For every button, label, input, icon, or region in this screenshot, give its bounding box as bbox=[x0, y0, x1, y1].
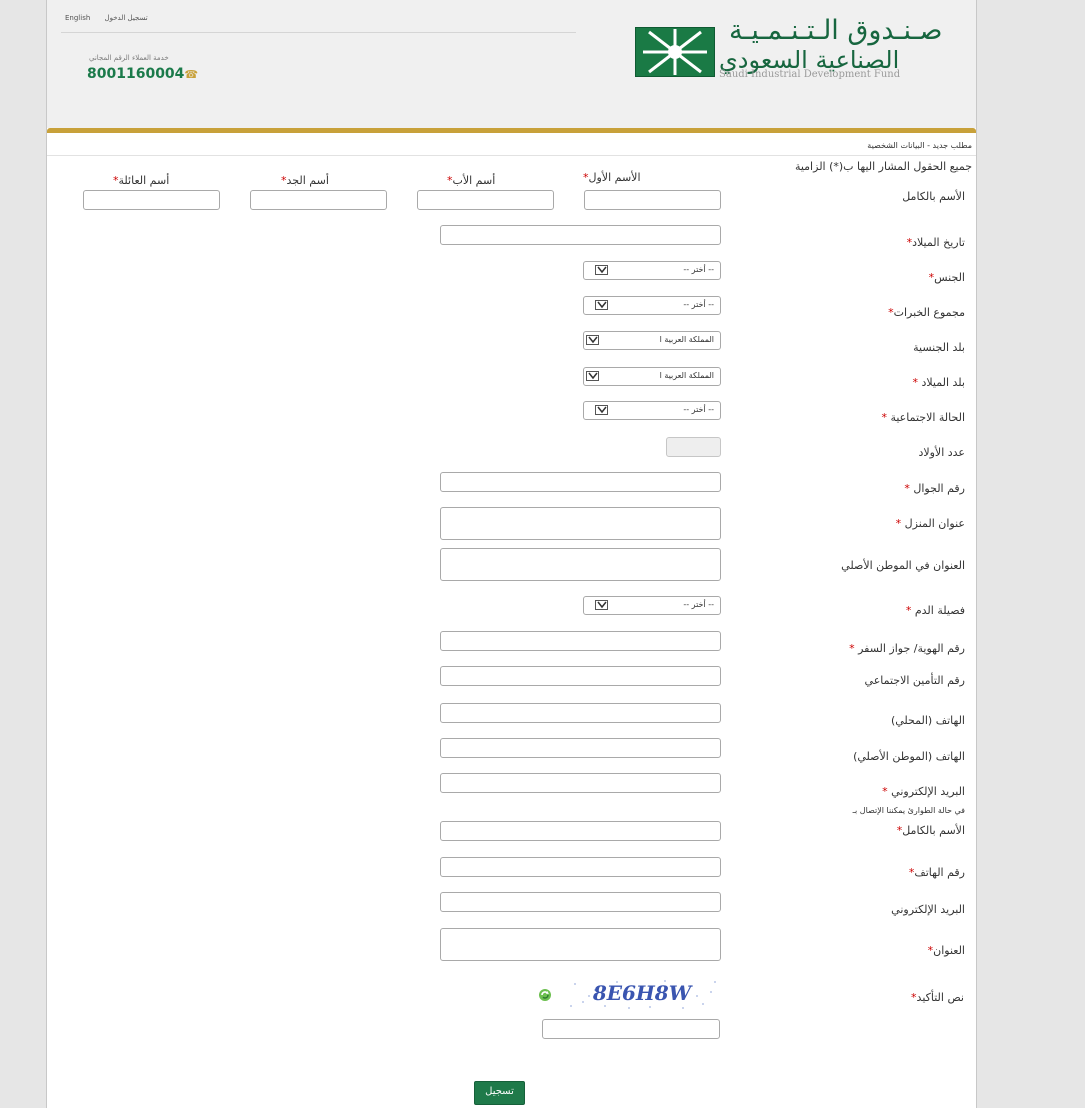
blood-type-select-value: -- أختر -- bbox=[683, 600, 714, 609]
refresh-captcha-icon[interactable] bbox=[538, 988, 552, 1002]
birth-date-label: تاريخ الميلاد* bbox=[906, 236, 965, 249]
local-phone-input[interactable] bbox=[440, 703, 721, 723]
emergency-email-label: البريد الإلكتروني bbox=[891, 903, 965, 916]
family-name-input[interactable] bbox=[83, 190, 220, 210]
grandfather-name-header: أسم الجد* bbox=[281, 174, 329, 187]
home-address-label: عنوان المنزل * bbox=[895, 517, 965, 530]
social-insurance-label: رقم التأمين الاجتماعي bbox=[864, 674, 965, 687]
logo-arabic-line1: صـنـدوق الـتـنـمـيـة bbox=[729, 15, 943, 46]
email-label: البريد الإلكتروني * bbox=[882, 785, 965, 798]
chevron-down-icon bbox=[586, 371, 599, 381]
social-insurance-input[interactable] bbox=[440, 666, 721, 686]
local-phone-label: الهاتف (المحلي) bbox=[890, 714, 965, 727]
home-country-address-label: العنوان في الموطن الأصلي bbox=[841, 559, 965, 572]
emergency-name-input[interactable] bbox=[440, 821, 721, 841]
captcha-image: 8E6H8W bbox=[565, 978, 720, 1011]
login-link[interactable]: تسجيل الدخول bbox=[105, 14, 148, 22]
first-name-input[interactable] bbox=[584, 190, 721, 210]
home-address-input[interactable] bbox=[440, 507, 721, 540]
chevron-down-icon bbox=[586, 335, 599, 345]
birth-country-select[interactable]: المملكة العربية ا bbox=[583, 367, 721, 386]
hotline-number: 8001160004 bbox=[87, 66, 185, 82]
emergency-phone-input[interactable] bbox=[440, 857, 721, 877]
hotline: 8001160004☎ bbox=[87, 66, 198, 82]
children-label: عدد الأولاد bbox=[918, 446, 965, 459]
emergency-address-label: العنوان* bbox=[927, 944, 965, 957]
marital-status-label: الحالة الاجتماعية * bbox=[881, 411, 965, 424]
captcha-label: نص التأكيد* bbox=[911, 991, 964, 1004]
nationality-select-value: المملكة العربية ا bbox=[659, 335, 714, 344]
experience-select[interactable]: -- أختر -- bbox=[583, 296, 721, 315]
experience-select-value: -- أختر -- bbox=[683, 300, 714, 309]
chevron-down-icon bbox=[595, 405, 608, 415]
blood-type-select[interactable]: -- أختر -- bbox=[583, 596, 721, 615]
emergency-note: في حالة الطوارئ يمكننا الإتصال بـ bbox=[852, 806, 965, 815]
breadcrumb: مطلب جديد - البيانات الشخصية bbox=[867, 141, 972, 150]
grandfather-name-input[interactable] bbox=[250, 190, 387, 210]
full-name-label: الأسم بالكامل bbox=[902, 190, 965, 203]
breadcrumb-divider bbox=[47, 155, 976, 156]
required-fields-note: جميع الحقول المشار اليها ب(*) الزامية bbox=[794, 160, 972, 173]
top-links: English تسجيل الدخول bbox=[65, 14, 160, 22]
english-link[interactable]: English bbox=[65, 14, 90, 22]
phone-icon: ☎ bbox=[184, 68, 199, 81]
header-accent-bar bbox=[47, 128, 976, 133]
logo-english: Saudi Industrial Development Fund bbox=[719, 69, 901, 80]
gender-label: الجنس* bbox=[928, 271, 965, 284]
birth-country-label: بلد الميلاد * bbox=[912, 376, 965, 389]
first-name-header: الأسم الأول* bbox=[583, 171, 641, 184]
captcha-text: 8E6H8W bbox=[592, 981, 694, 1005]
marital-status-select[interactable]: -- أختر -- bbox=[583, 401, 721, 420]
emergency-address-input[interactable] bbox=[440, 928, 721, 961]
gender-select-value: -- أختر -- bbox=[683, 265, 714, 274]
nationality-select[interactable]: المملكة العربية ا bbox=[583, 331, 721, 350]
mobile-label: رقم الجوال * bbox=[904, 482, 965, 495]
gender-select[interactable]: -- أختر -- bbox=[583, 261, 721, 280]
submit-button[interactable]: تسجيل bbox=[474, 1081, 525, 1105]
emergency-email-input[interactable] bbox=[440, 892, 721, 912]
emergency-name-label: الأسم بالكامل* bbox=[896, 824, 965, 837]
experience-label: مجموع الخبرات* bbox=[888, 306, 965, 319]
home-country-address-input[interactable] bbox=[440, 548, 721, 581]
header-divider bbox=[61, 32, 576, 33]
mobile-input[interactable] bbox=[440, 472, 721, 492]
birth-country-select-value: المملكة العربية ا bbox=[659, 371, 714, 380]
chevron-down-icon bbox=[595, 300, 608, 310]
email-input[interactable] bbox=[440, 773, 721, 793]
home-phone-label: الهاتف (الموطن الأصلي) bbox=[853, 750, 965, 763]
fund-logo-icon bbox=[635, 27, 715, 77]
family-name-header: أسم العائلة* bbox=[113, 174, 170, 187]
birth-date-input[interactable] bbox=[440, 225, 721, 245]
father-name-input[interactable] bbox=[417, 190, 554, 210]
id-number-input[interactable] bbox=[440, 631, 721, 651]
marital-status-select-value: -- أختر -- bbox=[683, 405, 714, 414]
site-header: English تسجيل الدخول خدمة العملاء الرقم … bbox=[47, 0, 976, 128]
nationality-label: بلد الجنسية bbox=[913, 341, 965, 354]
emergency-phone-label: رقم الهاتف* bbox=[908, 866, 965, 879]
chevron-down-icon bbox=[595, 265, 608, 275]
id-number-label: رقم الهوية/ جواز السفر * bbox=[849, 642, 965, 655]
father-name-header: أسم الأب* bbox=[447, 174, 496, 187]
blood-type-label: فصيلة الدم * bbox=[905, 604, 965, 617]
page-container: English تسجيل الدخول خدمة العملاء الرقم … bbox=[46, 0, 977, 1108]
home-phone-input[interactable] bbox=[440, 738, 721, 758]
hotline-label: خدمة العملاء الرقم المجاني bbox=[89, 54, 169, 62]
children-input bbox=[666, 437, 721, 457]
captcha-input[interactable] bbox=[542, 1019, 720, 1039]
chevron-down-icon bbox=[595, 600, 608, 610]
